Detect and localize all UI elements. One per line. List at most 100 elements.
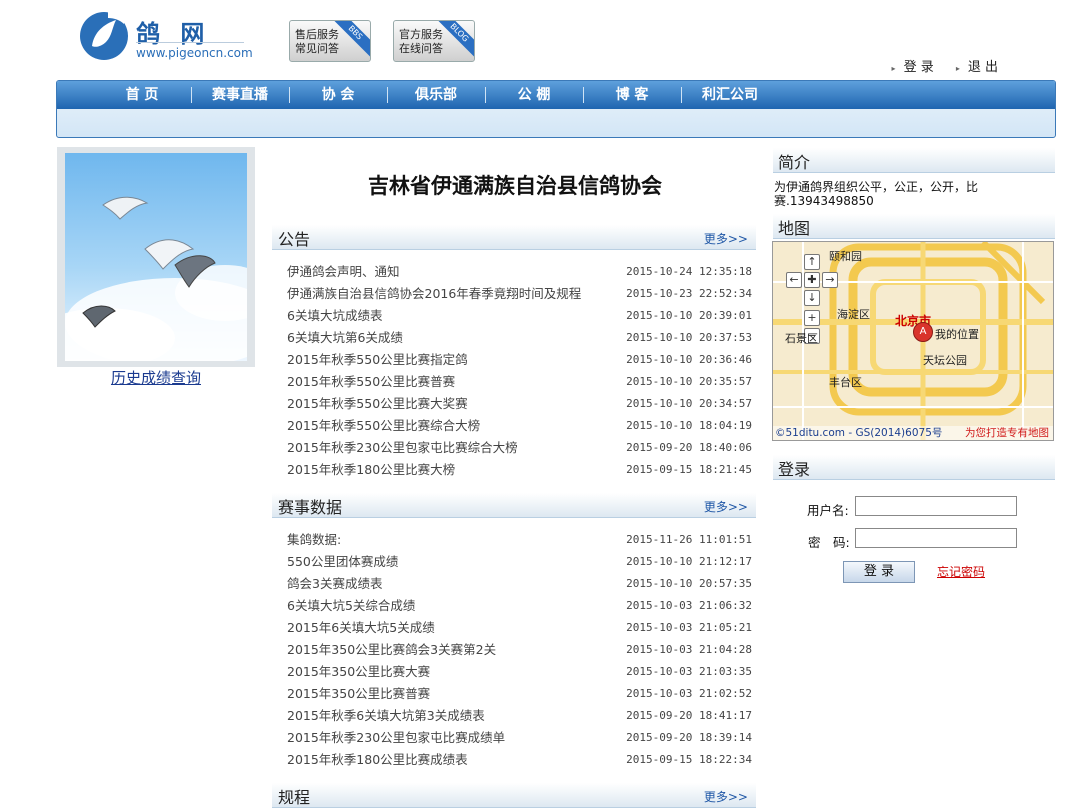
map-pan-left-icon[interactable]: ←: [786, 272, 802, 288]
item-title[interactable]: 550公里团体赛成绩: [287, 551, 398, 573]
map-footer: ©51ditu.com - GS(2014)6075号 为您打造专有地图: [773, 426, 1053, 440]
map-pan-down-icon[interactable]: ↓: [804, 290, 820, 306]
list-item: 伊通鸽会声明、通知 2015-10-24 12:35:18: [287, 261, 752, 283]
item-title[interactable]: 2015年6关填大坑5关成绩: [287, 617, 435, 639]
nav-live[interactable]: 赛事直播: [191, 81, 289, 109]
item-title[interactable]: 6关填大坑成绩表: [287, 305, 382, 327]
login-button[interactable]: 登 录: [843, 561, 915, 583]
item-title[interactable]: 2015年秋季230公里包家屯比赛综合大榜: [287, 437, 518, 459]
item-date: 2015-10-10 20:39:01: [626, 309, 752, 322]
forgot-password-link[interactable]: 忘记密码: [937, 563, 985, 580]
username-input[interactable]: [855, 496, 1017, 516]
nav-blog[interactable]: 博 客: [583, 81, 681, 109]
top-logout-link[interactable]: ▸ 退 出: [956, 56, 998, 75]
map-label: 丰台区: [829, 376, 862, 389]
item-title[interactable]: 2015年秋季230公里包家屯比赛成绩单: [287, 727, 505, 749]
map-label: 石景区: [785, 332, 818, 345]
more-link[interactable]: 更多>>: [704, 788, 748, 805]
list-item: 6关填大坑成绩表 2015-10-10 20:39:01: [287, 305, 752, 327]
sidebar-header-login: 登录: [773, 455, 1055, 480]
site-logo[interactable]: 鸽 网 www.pigeoncn.com: [78, 6, 253, 66]
service-bbs-button[interactable]: 售后服务 常见问答 BBS: [289, 20, 371, 62]
nav-home[interactable]: 首 页: [93, 81, 191, 109]
history-results-link[interactable]: 历史成绩查询: [56, 367, 256, 388]
map-center-icon[interactable]: ✚: [804, 272, 820, 288]
city-map[interactable]: ↑ ← ✚ → ↓ + − 颐和园 海淀区 北京市 我的位置 天坛公园 丰台区 …: [772, 241, 1054, 441]
item-date: 2015-10-03 21:03:35: [626, 665, 752, 678]
list-item: 2015年秋季550公里比赛大奖赛 2015-10-10 20:34:57: [287, 393, 752, 415]
list-item: 550公里团体赛成绩 2015-10-10 21:12:17: [287, 551, 752, 573]
map-pan-up-icon[interactable]: ↑: [804, 254, 820, 270]
service-blog-button[interactable]: 官方服务 在线问答 BLOG: [393, 20, 475, 62]
sidebar-header-intro: 简介: [773, 148, 1055, 173]
list-item: 2015年秋季230公里包家屯比赛综合大榜 2015-09-20 18:40:06: [287, 437, 752, 459]
top-login-label: 登 录: [903, 60, 934, 75]
map-label: 天坛公园: [923, 354, 967, 367]
item-title[interactable]: 2015年秋季180公里比赛成绩表: [287, 749, 468, 771]
announcement-list: 伊通鸽会声明、通知 2015-10-24 12:35:18 伊通满族自治县信鸽协会…: [287, 261, 752, 481]
map-pin-icon[interactable]: A: [913, 322, 933, 342]
password-input[interactable]: [855, 528, 1017, 548]
nav-association[interactable]: 协 会: [289, 81, 387, 109]
service-bbs-line1: 售后服务: [295, 28, 339, 41]
map-zoom-in-icon[interactable]: +: [804, 310, 820, 326]
item-title[interactable]: 伊通满族自治县信鸽协会2016年春季竟翔时间及规程: [287, 283, 581, 305]
item-title[interactable]: 2015年秋季180公里比赛大榜: [287, 459, 455, 481]
item-title[interactable]: 6关填大坑5关综合成绩: [287, 595, 415, 617]
main-nav: 首 页 赛事直播 协 会 俱乐部 公 棚 博 客 利汇公司: [56, 80, 1056, 138]
item-date: 2015-09-20 18:39:14: [626, 731, 752, 744]
nav-bar: 首 页 赛事直播 协 会 俱乐部 公 棚 博 客 利汇公司: [57, 81, 1055, 109]
top-logout-label: 退 出: [967, 60, 998, 75]
item-title[interactable]: 鸽会3关赛成绩表: [287, 573, 382, 595]
item-title[interactable]: 2015年350公里比赛大赛: [287, 661, 430, 683]
map-copyright: ©51ditu.com - GS(2014)6075号: [775, 427, 943, 439]
item-title[interactable]: 2015年秋季550公里比赛综合大榜: [287, 415, 480, 437]
top-login-link[interactable]: ▸ 登 录: [892, 56, 934, 75]
more-link[interactable]: 更多>>: [704, 498, 748, 515]
map-promo-link[interactable]: 为您打造专有地图: [965, 426, 1049, 440]
section-header-announcements: 公告 更多>>: [272, 225, 756, 250]
password-label: 密 码:: [808, 535, 850, 550]
list-item: 2015年秋季180公里比赛大榜 2015-09-15 18:21:45: [287, 459, 752, 481]
item-date: 2015-10-10 21:12:17: [626, 555, 752, 568]
item-date: 2015-10-10 20:57:35: [626, 577, 752, 590]
item-title[interactable]: 2015年350公里比赛鸽会3关赛第2关: [287, 639, 496, 661]
item-title[interactable]: 2015年350公里比赛普赛: [287, 683, 430, 705]
section-title: 规程: [278, 788, 311, 807]
service-bbs-line2: 常见问答: [295, 42, 339, 55]
list-item: 2015年350公里比赛普赛 2015-10-03 21:02:52: [287, 683, 752, 705]
list-item: 2015年秋季550公里比赛指定鸽 2015-10-10 20:36:46: [287, 349, 752, 371]
more-link[interactable]: 更多>>: [704, 230, 748, 247]
section-title: 公告: [278, 230, 311, 249]
item-date: 2015-09-15 18:21:45: [626, 463, 752, 476]
item-title[interactable]: 6关填大坑第6关成绩: [287, 327, 403, 349]
item-title[interactable]: 2015年秋季6关填大坑第3关成绩表: [287, 705, 485, 727]
pigeon-logo-icon: [80, 11, 128, 60]
list-item: 2015年秋季180公里比赛成绩表 2015-09-15 18:22:34: [287, 749, 752, 771]
pigeons-image: [65, 196, 247, 361]
item-date: 2015-10-03 21:05:21: [626, 621, 752, 634]
item-date: 2015-09-20 18:40:06: [626, 441, 752, 454]
item-title[interactable]: 2015年秋季550公里比赛大奖赛: [287, 393, 468, 415]
nav-loft[interactable]: 公 棚: [485, 81, 583, 109]
section-title: 赛事数据: [278, 498, 343, 517]
map-label: 我的位置: [935, 328, 979, 341]
map-pan-right-icon[interactable]: →: [822, 272, 838, 288]
list-item: 2015年秋季6关填大坑第3关成绩表 2015-09-20 18:41:17: [287, 705, 752, 727]
list-item: 2015年秋季550公里比赛综合大榜 2015-10-10 18:04:19: [287, 415, 752, 437]
section-header-rules: 规程 更多>>: [272, 783, 756, 808]
item-title[interactable]: 伊通鸽会声明、通知: [287, 261, 400, 283]
list-item: 2015年秋季230公里包家屯比赛成绩单 2015-09-20 18:39:14: [287, 727, 752, 749]
sidebar-title: 登录: [778, 460, 811, 479]
item-date: 2015-10-23 22:52:34: [626, 287, 752, 300]
nav-club[interactable]: 俱乐部: [387, 81, 485, 109]
pigeons-photo: [65, 153, 247, 361]
page-title: 吉林省伊通满族自治县信鸽协会: [368, 174, 662, 198]
item-title[interactable]: 2015年秋季550公里比赛指定鸽: [287, 349, 468, 371]
map-label: 颐和园: [829, 250, 862, 263]
nav-company[interactable]: 利汇公司: [681, 81, 779, 109]
service-blog-line2: 在线问答: [399, 42, 443, 55]
item-title[interactable]: 集鸽数据:: [287, 529, 341, 551]
item-date: 2015-10-10 20:36:46: [626, 353, 752, 366]
item-title[interactable]: 2015年秋季550公里比赛普赛: [287, 371, 455, 393]
